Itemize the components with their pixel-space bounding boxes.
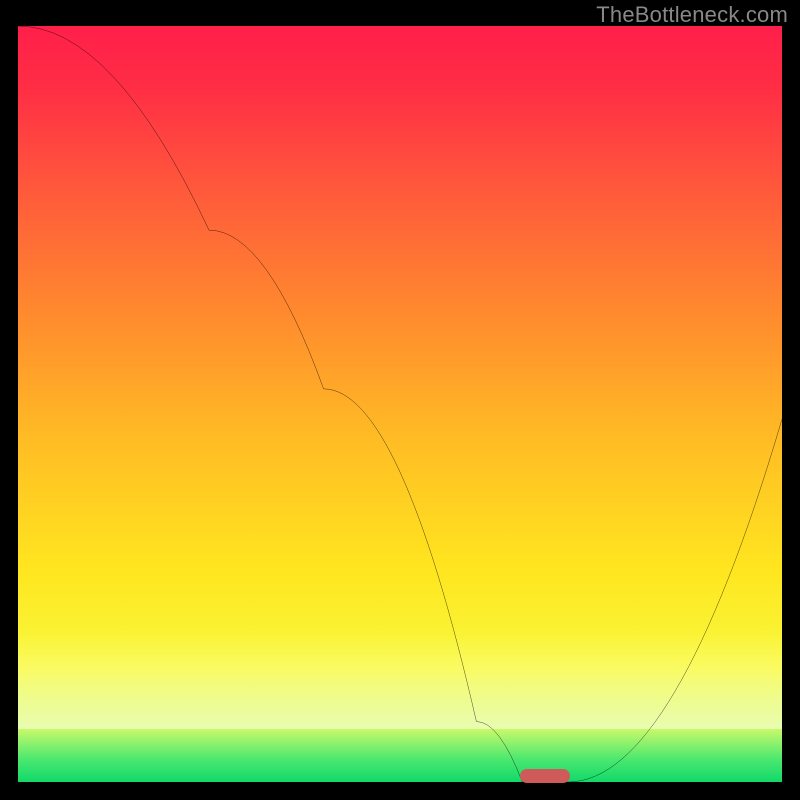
- optimum-marker: [520, 769, 570, 783]
- heat-gradient: [18, 26, 782, 782]
- plot-area: [18, 26, 782, 782]
- attribution-text: TheBottleneck.com: [596, 2, 788, 28]
- chart-root: TheBottleneck.com: [0, 0, 800, 800]
